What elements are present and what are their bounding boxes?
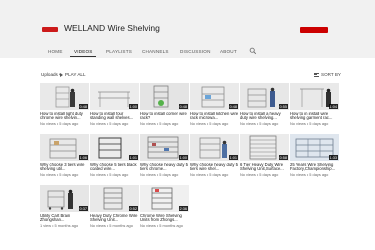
video-thumbnail[interactable]: 0:48: [190, 83, 239, 110]
video-thumbnail[interactable]: 0:55: [240, 83, 289, 110]
video-title[interactable]: Why choose heavy duty 5 tiers chrome...: [140, 163, 189, 172]
video-title[interactable]: 25 Years Wire Shelving Factory,Champions…: [290, 163, 339, 172]
video-title[interactable]: Why choose heavy duty 5 tiers wire shel.…: [190, 163, 239, 172]
video-meta: No views • 5 days ago: [290, 172, 329, 177]
video-duration: 0:48: [228, 104, 238, 109]
search-icon[interactable]: [249, 47, 257, 55]
video-duration: 0:55: [278, 104, 288, 109]
video-title[interactable]: Heavy Duty Chrome Wire Shelving Unit...: [90, 214, 139, 223]
video-thumbnail[interactable]: 1:01: [190, 134, 239, 161]
channel-tabs: HOME VIDEOS PLAYLISTS CHANNELS DISCUSSIO…: [0, 46, 375, 58]
video-meta: No views • 5 days ago: [290, 121, 329, 126]
video-duration: 0:37: [78, 206, 88, 211]
video-thumbnail[interactable]: 2:36: [140, 185, 189, 212]
video-duration: 0:48: [178, 104, 188, 109]
channel-logo[interactable]: [42, 27, 58, 32]
video-title[interactable]: Why choose 3 tiers wire shelving util...: [40, 163, 89, 172]
video-title[interactable]: How to install light duty chrome wire sh…: [40, 112, 89, 121]
tab-channels[interactable]: CHANNELS: [142, 49, 169, 54]
video-title[interactable]: Utility Cart Brain Zhongshan...: [40, 214, 89, 223]
tab-playlists[interactable]: PLAYLISTS: [106, 49, 132, 54]
video-title[interactable]: How to install kitchen wire rack microwa…: [190, 112, 239, 121]
video-thumbnail[interactable]: 0:52: [90, 185, 139, 212]
uploads-dropdown[interactable]: Uploads ▾: [41, 72, 61, 78]
video-thumbnail[interactable]: 1:06: [40, 134, 89, 161]
video-thumbnail[interactable]: 1:04: [290, 83, 339, 110]
video-thumbnail[interactable]: 0:58: [240, 134, 289, 161]
video-duration: 1:01: [228, 155, 238, 160]
play-all-button[interactable]: PLAY ALL: [60, 72, 86, 77]
video-duration: 1:00: [178, 155, 188, 160]
uploads-toolbar: Uploads ▾ PLAY ALL SORT BY: [0, 70, 375, 80]
video-duration: 1:33: [328, 155, 338, 160]
video-thumbnail[interactable]: 1:33: [290, 134, 339, 161]
tab-discussion[interactable]: DISCUSSION: [180, 49, 211, 54]
channel-header: WELLAND Wire Shelving HOME VIDEOS PLAYLI…: [0, 0, 375, 58]
video-title[interactable]: How to install four standing wall shelve…: [90, 112, 139, 121]
video-title[interactable]: How to install a heavy duty wire shelvin…: [240, 112, 289, 121]
tab-videos[interactable]: VIDEOS: [74, 49, 93, 54]
video-thumbnail[interactable]: 0:37: [40, 185, 89, 212]
video-title[interactable]: Chrome Wire Shelving Units from Zhongs..…: [140, 214, 189, 223]
tab-about[interactable]: ABOUT: [220, 49, 237, 54]
video-duration: 0:48: [78, 104, 88, 109]
video-duration: 0:52: [128, 206, 138, 211]
video-title[interactable]: How to in install wire shelving garment …: [290, 112, 339, 121]
video-duration: 0:58: [278, 155, 288, 160]
sort-icon: [314, 72, 319, 77]
video-duration: 1:04: [328, 104, 338, 109]
video-thumbnail[interactable]: 1:00: [140, 134, 189, 161]
video-duration: 1:06: [78, 155, 88, 160]
subscribe-button[interactable]: [300, 27, 328, 33]
video-thumbnail[interactable]: 1:00: [90, 83, 139, 110]
video-title[interactable]: How to install corner wire rack?: [140, 112, 189, 121]
video-duration: 2:36: [178, 206, 188, 211]
video-duration: 1:00: [128, 104, 138, 109]
active-tab-indicator: [70, 56, 96, 58]
sort-by-button[interactable]: SORT BY: [314, 72, 341, 77]
video-duration: 1:01: [128, 155, 138, 160]
play-icon: [60, 72, 63, 77]
channel-name[interactable]: WELLAND Wire Shelving: [64, 23, 160, 33]
video-title[interactable]: Why choose 5 tiers black coated wire...: [90, 163, 139, 172]
video-thumbnail[interactable]: 1:01: [90, 134, 139, 161]
video-meta: No views • 5 months ago: [140, 223, 183, 228]
video-thumbnail[interactable]: 0:48: [40, 83, 89, 110]
video-thumbnail[interactable]: 0:48: [140, 83, 189, 110]
video-title[interactable]: 6 Tier Heavy Duty Wire Shelving Unit,Sur…: [240, 163, 289, 172]
tab-home[interactable]: HOME: [48, 49, 63, 54]
